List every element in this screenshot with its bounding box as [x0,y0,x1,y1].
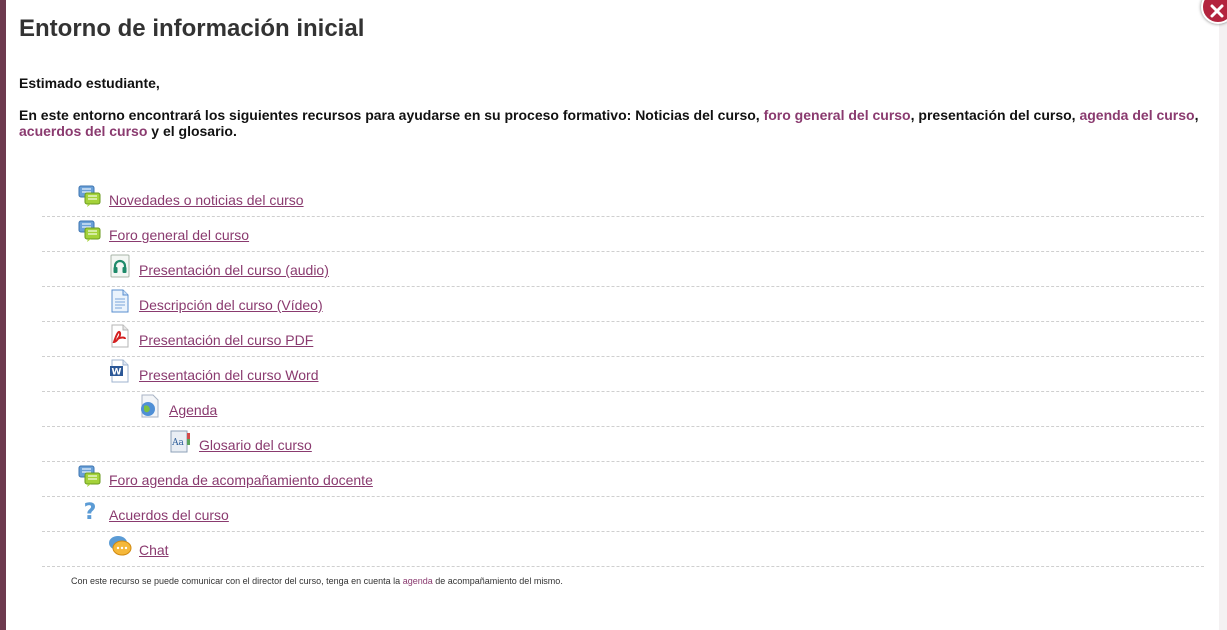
resource-link[interactable]: Novedades o noticias del curso [109,192,304,208]
svg-text:W: W [112,368,122,378]
resource-item[interactable]: Descripción del curso (Vídeo) [42,287,1204,322]
resource-item[interactable]: Presentación del curso PDF [42,322,1204,357]
resource-item[interactable]: Chat [42,532,1204,567]
url-globe-icon [138,394,162,418]
audio-icon [108,254,132,278]
resource-link[interactable]: Presentación del curso PDF [139,332,313,348]
resource-link[interactable]: Chat [139,542,169,558]
intro-text: y el glosario. [147,123,237,139]
glossary-icon: Aa [168,429,192,453]
resource-link[interactable]: Foro general del curso [109,227,249,243]
resource-link[interactable]: Presentación del curso (audio) [139,262,329,278]
resource-item[interactable]: Agenda [42,392,1204,427]
word-icon: W [108,359,132,383]
greeting-text: Estimado estudiante, [19,75,160,91]
forum-general-link[interactable]: foro general del curso [764,107,911,123]
svg-text:?: ? [84,500,97,523]
resource-item[interactable]: Foro agenda de acompañamiento docente [42,462,1204,497]
resource-list: Novedades o noticias del curso Foro gener… [42,182,1204,567]
document-icon [108,289,132,313]
intro-text: , [1194,107,1199,123]
footnote-agenda-link[interactable]: agenda [403,576,433,586]
intro-text: En este entorno encontrará los siguiente… [19,107,764,123]
forum-icon [78,184,102,208]
footnote-text: de acompañamiento del mismo. [432,576,563,586]
resource-link[interactable]: Descripción del curso (Vídeo) [139,297,323,313]
resource-item[interactable]: W Presentación del curso Word [42,357,1204,392]
intro-text: , presentación del curso, [910,107,1080,123]
chat-icon [108,534,132,558]
forum-icon [78,464,102,488]
resource-item[interactable]: ? Acuerdos del curso [42,497,1204,532]
question-icon: ? [78,499,102,525]
resource-link[interactable]: Foro agenda de acompañamiento docente [109,472,373,488]
resource-link[interactable]: Glosario del curso [199,437,312,453]
agenda-link[interactable]: agenda del curso [1079,107,1194,123]
info-dialog: Entorno de información inicial Estimado … [6,0,1219,630]
dialog-title: Entorno de información inicial [19,15,365,42]
footnote-text: Con este recurso se puede comunicar con … [71,576,403,586]
forum-icon [78,219,102,243]
intro-paragraph: En este entorno encontrará los siguiente… [19,107,1209,139]
svg-text:Aa: Aa [171,438,184,448]
resource-link[interactable]: Agenda [169,402,217,418]
resource-link[interactable]: Presentación del curso Word [139,367,319,383]
resource-item[interactable]: Foro general del curso [42,217,1204,252]
close-icon [1210,4,1224,18]
agreements-link[interactable]: acuerdos del curso [19,123,147,139]
pdf-icon [108,324,132,348]
resource-link[interactable]: Acuerdos del curso [109,507,229,523]
footnote: Con este recurso se puede comunicar con … [71,576,563,586]
resource-item[interactable]: Novedades o noticias del curso [42,182,1204,217]
resource-item[interactable]: Aa Glosario del curso [42,427,1204,462]
resource-item[interactable]: Presentación del curso (audio) [42,252,1204,287]
